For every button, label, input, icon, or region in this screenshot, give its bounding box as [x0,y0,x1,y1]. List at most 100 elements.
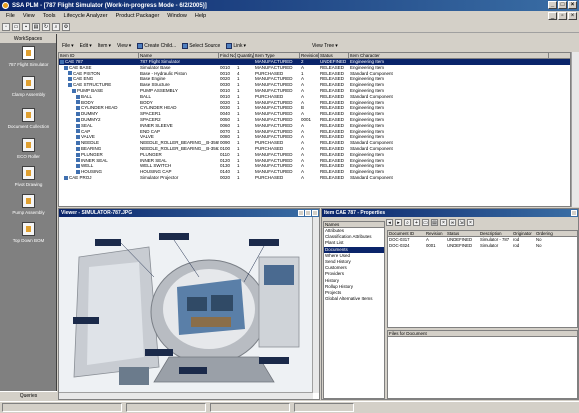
paste-icon[interactable]: ▤ [431,219,438,226]
properties-title: Item CAE 787 - Properties [324,210,386,216]
view-menu-button[interactable]: View ▾ [117,43,131,49]
tree-node-icon[interactable] [64,65,68,70]
forward-icon[interactable]: ▸ [395,219,402,226]
open-folder-icon[interactable]: ▭ [12,22,20,31]
back-icon[interactable]: ◂ [386,219,393,226]
new-document-icon[interactable]: ▫ [2,22,10,31]
delete-icon[interactable]: × [440,219,447,226]
tree-node-icon[interactable] [64,175,68,180]
attach-icon[interactable]: ∞ [449,219,456,226]
tree-node-icon[interactable] [68,71,72,76]
view-tree-button[interactable]: View Tree ▾ [312,43,338,49]
workspace-787-flight-simulator[interactable]: 787 Flight Simulator [0,46,57,67]
tree-node-icon[interactable] [76,123,80,128]
tree-node-icon[interactable] [76,117,80,122]
column-header-originator[interactable]: Originator [512,231,535,236]
file-menu-button[interactable]: File ▾ [62,43,74,49]
column-header-revision[interactable]: Revision [425,231,446,236]
settings-icon[interactable]: ⚙ [62,22,70,31]
tree-node-icon[interactable] [76,100,80,105]
copy-icon[interactable]: ▭ [422,219,429,226]
print-icon[interactable]: ▤ [32,22,40,31]
column-header-quantity[interactable]: Quantity [236,53,254,58]
workspace-icon [22,166,35,180]
tree-node-icon[interactable] [68,77,72,82]
tree-node-icon[interactable] [72,88,76,93]
tree-node-icon[interactable] [76,106,80,111]
tree-node-icon[interactable] [76,158,80,163]
item-structure-grid: Item ID Name Find No Quantity Item Type … [58,52,571,207]
menu-tools[interactable]: Tools [39,13,60,19]
properties-close-icon[interactable] [571,210,577,216]
menu-window[interactable]: Window [163,13,191,19]
column-header-revision[interactable]: Revision [300,53,319,58]
menu-file[interactable]: File [2,13,19,19]
viewer-vertical-scrollbar[interactable] [312,217,319,393]
menu-help[interactable]: Help [191,13,210,19]
tree-node-icon[interactable] [76,169,80,174]
table-row[interactable]: CAE PROJ Simulator Projector 0020 1 PURCHASE… [59,175,570,181]
close-icon[interactable]: × [568,1,577,9]
edit-menu-button[interactable]: Edit ▾ [80,43,92,49]
column-header-status[interactable]: Status [319,53,349,58]
viewer-fit-icon[interactable] [305,210,311,216]
add-icon[interactable]: + [413,219,420,226]
tree-node-icon[interactable] [76,146,80,151]
select-source-button[interactable]: Select Source [182,42,220,49]
mdi-minimize-icon[interactable]: _ [548,12,557,20]
search-icon[interactable]: ⌕ [52,22,60,31]
workspace-top-down-bom[interactable]: Top Down BOM [0,222,57,243]
cell-text: PUMP BASE [77,87,104,93]
link-button[interactable]: Link ▾ [226,42,246,49]
document-row[interactable]: DOC-0324 0001 UNDEFINED Simulator rod No [388,243,577,249]
tree-node-icon[interactable] [76,152,80,157]
minimize-icon[interactable]: _ [548,1,557,9]
queries-tab[interactable]: Queries [0,391,57,400]
tree-node-icon[interactable] [60,59,64,64]
tree-node-icon[interactable] [68,83,72,87]
create-child-button[interactable]: Create Child... [137,42,176,49]
find-icon[interactable]: ⌕ [404,219,411,226]
status-cell-mode [210,403,290,412]
column-header-find-no[interactable]: Find No [219,53,236,58]
workspace-clamp-assembly[interactable]: Clamp Assembly [0,76,57,97]
export-icon[interactable]: ⇲ [458,219,465,226]
cell-text: SEAL [81,122,93,128]
close-panel-icon[interactable]: × [467,219,474,226]
column-header-ordering[interactable]: Ordering [535,231,559,236]
column-header-item-character[interactable]: Item Character [349,53,549,58]
workspace-icon [22,194,35,208]
mdi-close-icon[interactable]: × [568,12,577,20]
workspaces-header[interactable]: WorkSpaces [0,34,56,44]
column-header-description[interactable]: Description [479,231,512,236]
workspace-pivot-drawing[interactable]: Pivot Drawing [0,166,57,187]
grid-vertical-scrollbar[interactable] [571,52,579,207]
workspace-pump-assembly[interactable]: Pump Assembly [0,194,57,215]
column-header-document-id[interactable]: Document ID [388,231,425,236]
tree-node-icon[interactable] [76,111,80,116]
mdi-restore-icon[interactable]: ▫ [558,12,567,20]
viewer-close-icon[interactable] [312,210,318,216]
refresh-icon[interactable]: ↻ [42,22,50,31]
menu-product-packager[interactable]: Product Packager [112,13,164,19]
tree-node-icon[interactable] [76,135,80,140]
menu-view[interactable]: View [19,13,39,19]
column-header-item-id[interactable]: Item ID [59,53,139,58]
tree-node-icon[interactable] [76,129,80,134]
menu-lifecycle-analyzer[interactable]: Lifecycle Analyzer [60,13,112,19]
column-header-status[interactable]: Status [446,231,479,236]
column-header-item-type[interactable]: Item Type [254,53,300,58]
save-icon[interactable]: ▪ [22,22,30,31]
column-header-name[interactable]: Name [139,53,219,58]
viewer-horizontal-scrollbar[interactable] [59,392,313,399]
tree-node-icon[interactable] [76,94,80,99]
item-menu-button[interactable]: Item ▾ [98,43,111,49]
tree-node-icon[interactable] [76,140,80,145]
category-item[interactable]: Global Alternative Items [324,296,384,302]
viewer-zoom-icon[interactable] [298,210,304,216]
maximize-icon[interactable]: □ [558,1,567,9]
tree-node-icon[interactable] [76,164,80,169]
workspace-eco-roller[interactable]: ECO Roller [0,138,57,159]
workspace-document-collection[interactable]: Document Collection [0,108,57,129]
simulator-image[interactable] [59,217,313,393]
